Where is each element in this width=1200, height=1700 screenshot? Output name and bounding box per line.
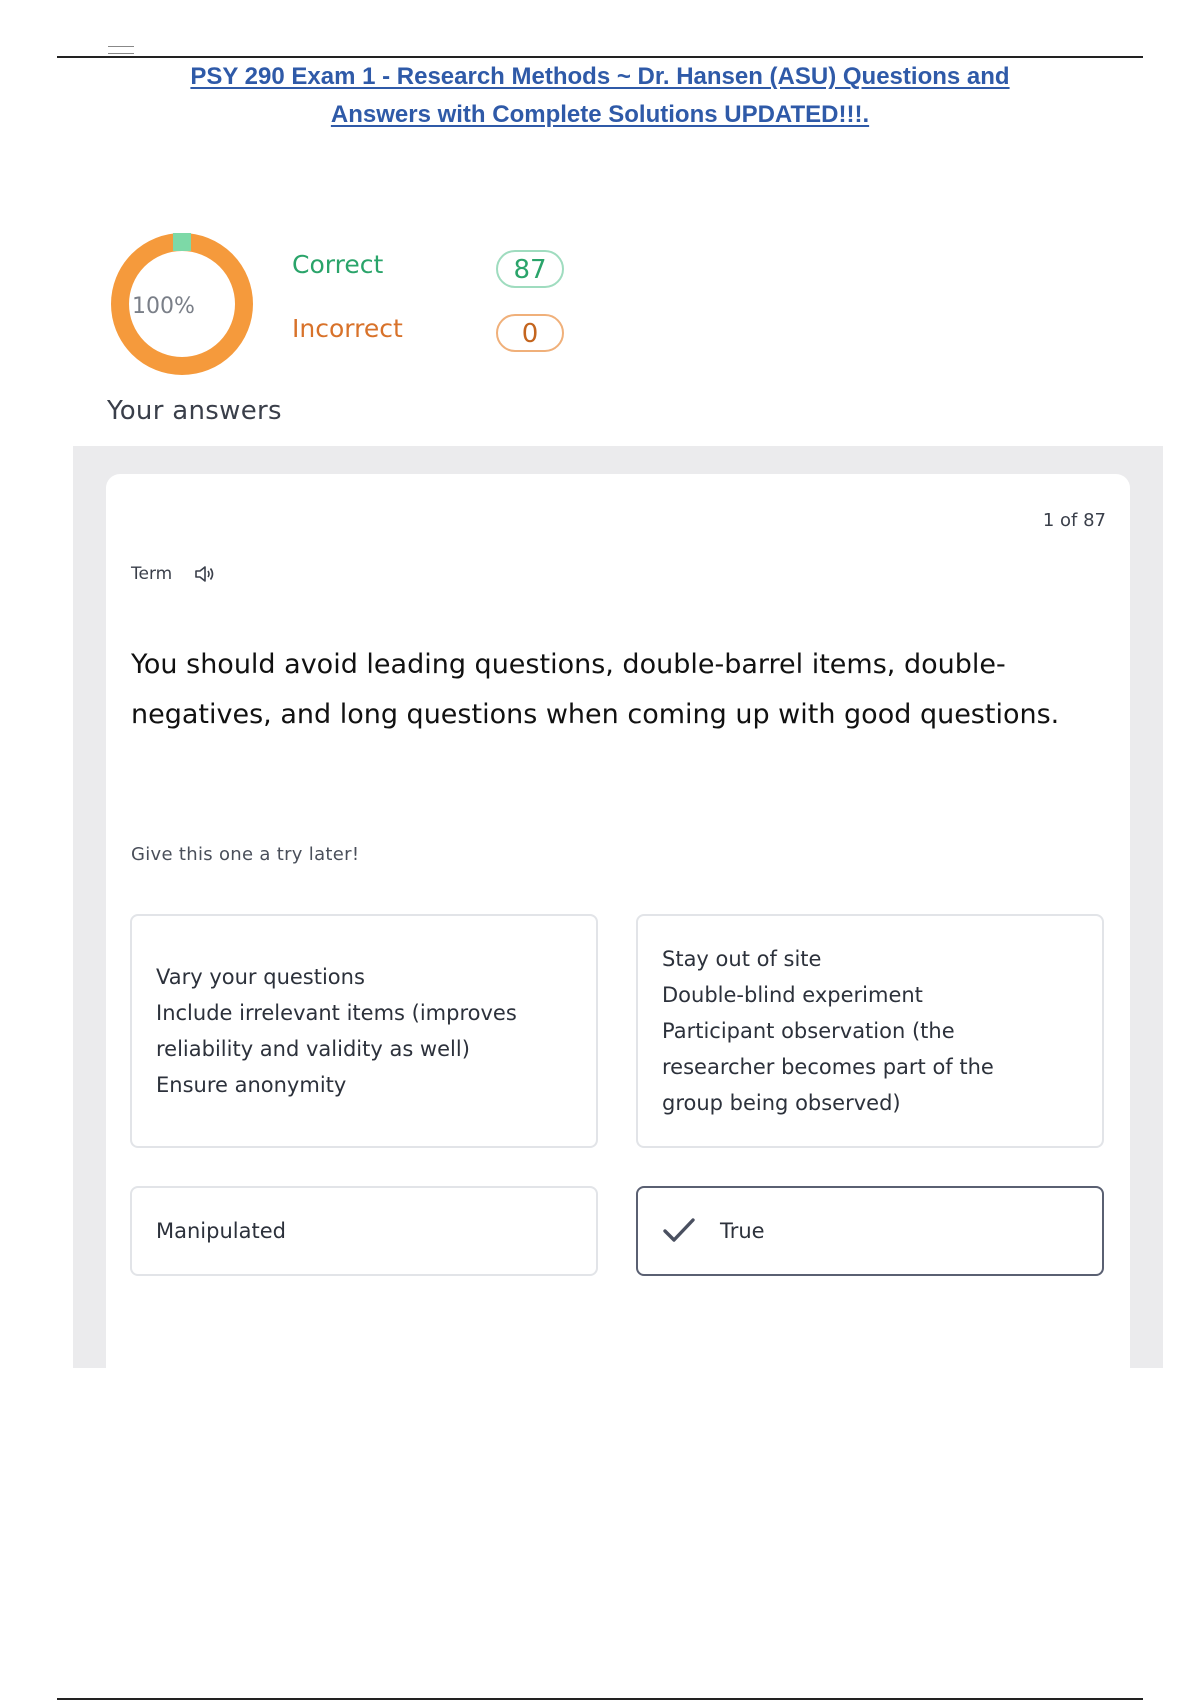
option-line: Manipulated xyxy=(156,1219,286,1243)
option-line: reliability and validity as well) xyxy=(156,1037,470,1061)
option-line: Stay out of site xyxy=(662,947,822,971)
option-line: Double-blind experiment xyxy=(662,983,923,1007)
answer-option-3[interactable]: Manipulated xyxy=(130,1186,598,1276)
option-line: Include irrelevant items (improves xyxy=(156,1001,517,1025)
correct-label: Correct xyxy=(292,250,384,279)
try-later-hint: Give this one a try later! xyxy=(131,844,360,865)
your-answers-heading: Your answers xyxy=(107,396,282,426)
option-line: Vary your questions xyxy=(156,965,365,989)
question-counter: 1 of 87 xyxy=(1042,510,1106,531)
answer-option-4-selected[interactable]: True xyxy=(636,1186,1104,1276)
option-line: group being observed) xyxy=(662,1091,901,1115)
option-line: Ensure anonymity xyxy=(156,1073,347,1097)
score-percent: 100% xyxy=(132,294,195,319)
donut-correct-marker xyxy=(173,233,191,251)
check-icon xyxy=(662,1217,696,1245)
header-mark xyxy=(108,46,134,54)
question-text: You should avoid leading questions, doub… xyxy=(131,649,1060,730)
document-title-line-1: PSY 290 Exam 1 - Research Methods ~ Dr. … xyxy=(190,63,1010,90)
speaker-icon[interactable] xyxy=(194,564,216,584)
correct-count-badge: 87 xyxy=(496,250,564,288)
document-title: PSY 290 Exam 1 - Research Methods ~ Dr. … xyxy=(100,58,1100,134)
incorrect-count-badge: 0 xyxy=(496,314,564,352)
option-line: researcher becomes part of the xyxy=(662,1055,994,1079)
option-line: Participant observation (the xyxy=(662,1019,955,1043)
answer-option-2[interactable]: Stay out of site Double-blind experiment… xyxy=(636,914,1104,1148)
term-row: Term xyxy=(131,564,216,584)
document-title-line-2: Answers with Complete Solutions UPDATED!… xyxy=(330,101,870,128)
incorrect-label: Incorrect xyxy=(292,314,403,343)
answer-option-1[interactable]: Vary your questions Include irrelevant i… xyxy=(130,914,598,1148)
option-line: True xyxy=(720,1219,765,1243)
term-label: Term xyxy=(131,564,173,584)
question-card: 1 of 87 Term You should avoid leading qu… xyxy=(106,474,1130,1368)
